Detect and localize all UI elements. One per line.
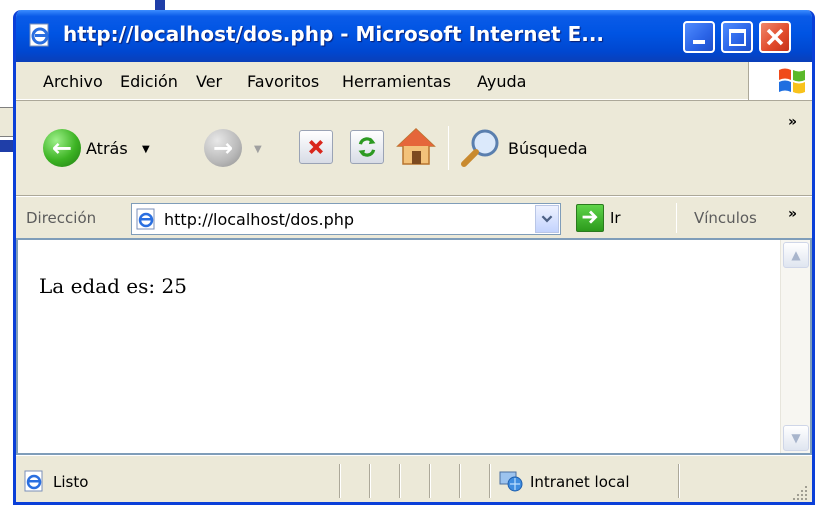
security-zone-text: Intranet local xyxy=(530,473,630,491)
address-label: Dirección xyxy=(26,209,97,227)
refresh-button[interactable] xyxy=(350,130,384,164)
browser-window: http://localhost/dos.php - Microsoft Int… xyxy=(13,10,815,505)
toolbar-more-chevron[interactable]: » xyxy=(788,114,797,130)
go-button[interactable] xyxy=(576,204,604,232)
stop-icon xyxy=(309,140,323,154)
window-title: http://localhost/dos.php - Microsoft Int… xyxy=(63,22,605,46)
ie-page-icon xyxy=(136,208,155,230)
refresh-icon xyxy=(358,137,376,157)
toolbar-separator xyxy=(448,126,449,170)
home-icon[interactable] xyxy=(394,126,438,168)
status-separator xyxy=(459,464,461,498)
standard-toolbar: ← Atrás ▼ → ▼ Búsqueda » xyxy=(16,102,812,196)
status-separator xyxy=(369,464,371,498)
page-text: La edad es: 25 xyxy=(39,274,187,298)
resize-grip-icon[interactable] xyxy=(791,484,809,502)
back-label[interactable]: Atrás xyxy=(86,139,128,158)
maximize-button[interactable] xyxy=(721,21,753,53)
back-dropdown-icon[interactable]: ▼ xyxy=(142,144,150,155)
stop-button[interactable] xyxy=(299,130,333,164)
menu-favoritos[interactable]: Favoritos xyxy=(247,72,319,91)
address-separator xyxy=(676,203,677,233)
links-more-chevron[interactable]: » xyxy=(788,206,797,222)
forward-dropdown-icon[interactable]: ▼ xyxy=(254,144,262,155)
minimize-button[interactable] xyxy=(683,21,715,53)
menu-archivo[interactable]: Archivo xyxy=(43,72,103,91)
go-arrow-icon xyxy=(582,210,598,224)
status-separator xyxy=(399,464,401,498)
status-separator xyxy=(489,464,491,498)
ie-page-icon xyxy=(29,23,49,47)
maximize-icon xyxy=(729,29,746,46)
menu-herramientas[interactable]: Herramientas xyxy=(342,72,451,91)
forward-button[interactable]: → xyxy=(204,129,242,167)
status-separator xyxy=(339,464,341,498)
links-label[interactable]: Vínculos xyxy=(694,209,757,227)
go-label[interactable]: Ir xyxy=(610,209,621,227)
address-bar: Dirección http://localhost/dos.php Ir Ví… xyxy=(16,196,812,238)
close-button[interactable] xyxy=(759,21,791,53)
back-button[interactable]: ← xyxy=(43,129,81,167)
intranet-globe-icon xyxy=(499,471,523,492)
scroll-down-button[interactable]: ▼ xyxy=(783,425,809,451)
scroll-up-button[interactable]: ▲ xyxy=(783,242,809,268)
status-separator xyxy=(429,464,431,498)
minimize-icon xyxy=(693,40,705,44)
address-dropdown-button[interactable] xyxy=(535,205,559,233)
menu-ver[interactable]: Ver xyxy=(196,72,222,91)
address-url: http://localhost/dos.php xyxy=(164,210,355,229)
search-icon[interactable] xyxy=(459,126,503,170)
menu-ayuda[interactable]: Ayuda xyxy=(477,72,526,91)
menu-edicion[interactable]: Edición xyxy=(120,72,178,91)
windows-logo xyxy=(748,62,812,100)
status-text: Listo xyxy=(53,473,89,491)
windows-logo-icon xyxy=(779,68,805,94)
status-bar: Listo Intranet local xyxy=(16,455,812,502)
menu-bar: Archivo Edición Ver Favoritos Herramient… xyxy=(16,62,812,100)
close-icon xyxy=(766,28,784,46)
forward-arrow-icon: → xyxy=(212,134,234,162)
chevron-down-icon xyxy=(541,215,553,223)
address-input[interactable]: http://localhost/dos.php xyxy=(131,203,561,235)
search-label[interactable]: Búsqueda xyxy=(508,139,588,158)
page-content: La edad es: 25 ▲ ▼ xyxy=(16,238,812,455)
vertical-scrollbar[interactable]: ▲ ▼ xyxy=(780,240,810,453)
title-bar[interactable]: http://localhost/dos.php - Microsoft Int… xyxy=(16,10,812,62)
status-separator xyxy=(678,464,680,498)
back-arrow-icon: ← xyxy=(51,134,73,162)
ie-page-icon xyxy=(24,470,43,492)
